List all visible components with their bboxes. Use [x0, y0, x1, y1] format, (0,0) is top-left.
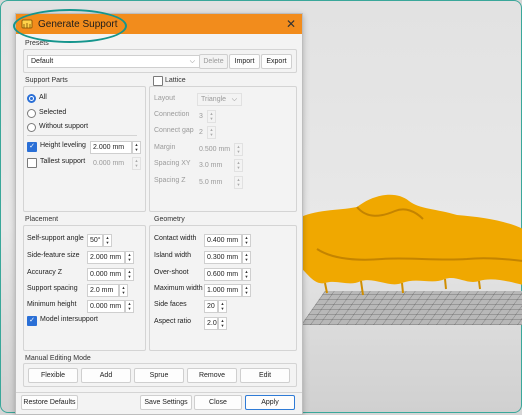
support-parts-title: Support Parts — [25, 77, 68, 84]
support-app-icon — [21, 19, 33, 29]
model-intersupport-label: Model intersupport — [40, 316, 98, 323]
side-feature-size-input[interactable]: 2.000 mm — [87, 251, 125, 264]
footer-divider — [16, 392, 302, 393]
spin-up-down-icon[interactable]: ▲ ▼ — [234, 159, 243, 172]
spin-up-down-icon[interactable]: ▲ ▼ — [125, 300, 134, 313]
height-leveling-checkbox[interactable]: ✓ — [27, 142, 37, 152]
presets-title: Presets — [25, 40, 49, 47]
margin-label: Margin — [154, 144, 176, 151]
generate-support-dialog: Generate Support ✕ Presets Default ⌵ Del… — [13, 9, 303, 415]
spacing-z-input[interactable]: 5.0 mm — [196, 176, 234, 189]
minimum-height-label: Minimum height — [27, 301, 77, 308]
remove-button[interactable]: Remove — [187, 368, 237, 383]
close-button[interactable]: Close — [194, 395, 242, 410]
aspect-ratio-input[interactable]: 2.0 — [204, 317, 218, 330]
spin-up-down-icon[interactable]: ▲ ▼ — [242, 251, 251, 264]
manual-editing-title: Manual Editing Mode — [25, 355, 91, 362]
preset-select-value: Default — [31, 58, 54, 65]
spin-up-down-icon[interactable]: ▲ ▼ — [132, 141, 141, 154]
height-leveling-input[interactable]: 2.000 mm — [90, 141, 132, 154]
spin-up-down-icon[interactable]: ▲ ▼ — [125, 268, 134, 281]
accuracy-z-label: Accuracy Z — [27, 269, 63, 276]
tallest-support-label: Tallest support — [40, 158, 86, 165]
dental-model[interactable] — [297, 189, 522, 299]
edit-button[interactable]: Edit — [240, 368, 290, 383]
spacing-z-label: Spacing Z — [154, 177, 186, 184]
lattice-checkbox[interactable] — [153, 76, 163, 86]
radio-selected-label: Selected — [39, 109, 67, 116]
spin-up-down-icon[interactable]: ▲ ▼ — [234, 143, 243, 156]
add-button[interactable]: Add — [81, 368, 131, 383]
spin-up-down-icon[interactable]: ▲ ▼ — [125, 251, 134, 264]
spacing-xy-label: Spacing XY — [154, 160, 191, 167]
radio-without-support-label: Without support — [39, 123, 89, 130]
over-shoot-input[interactable]: 0.600 mm — [204, 268, 242, 281]
close-icon[interactable]: ✕ — [286, 17, 296, 31]
tallest-support-input[interactable]: 0.000 mm — [90, 157, 132, 170]
spin-up-down-icon[interactable]: ▲ ▼ — [234, 176, 243, 189]
spin-up-down-icon[interactable]: ▲ ▼ — [242, 234, 251, 247]
import-preset-button[interactable]: Import — [229, 54, 260, 69]
spin-up-down-icon[interactable]: ▲ ▼ — [207, 126, 216, 139]
dialog-titlebar[interactable]: Generate Support ✕ — [16, 14, 302, 34]
island-width-label: Island width — [154, 252, 191, 259]
dialog-title: Generate Support — [38, 18, 118, 30]
layout-value: Triangle — [201, 96, 227, 103]
spin-up-down-icon[interactable]: ▲ ▼ — [218, 317, 227, 330]
contact-width-input[interactable]: 0.400 mm — [204, 234, 242, 247]
spin-up-down-icon[interactable]: ▲ ▼ — [218, 300, 227, 313]
divider — [27, 135, 137, 136]
side-faces-label: Side faces — [154, 301, 187, 308]
geometry-title: Geometry — [154, 216, 185, 223]
side-feature-size-label: Side-feature size — [27, 252, 80, 259]
spin-up-down-icon[interactable]: ▲ ▼ — [207, 110, 216, 123]
restore-defaults-button[interactable]: Restore Defaults — [21, 395, 78, 410]
maximum-width-label: Maximum width — [154, 285, 203, 292]
connection-label: Connection — [154, 111, 190, 118]
tallest-support-checkbox[interactable] — [27, 158, 37, 168]
layout-label: Layout — [154, 95, 176, 102]
radio-all-label: All — [39, 94, 47, 101]
chevron-down-icon: ⌵ — [231, 96, 237, 103]
support-spacing-input[interactable]: 2.0 mm — [87, 284, 119, 297]
export-preset-button[interactable]: Export — [261, 54, 292, 69]
chevron-down-icon: ⌵ — [189, 58, 195, 65]
contact-width-label: Contact width — [154, 235, 197, 242]
radio-without-support[interactable] — [27, 123, 36, 132]
aspect-ratio-label: Aspect ratio — [154, 318, 191, 325]
spin-up-down-icon[interactable]: ▲ ▼ — [242, 268, 251, 281]
self-support-angle-label: Self-support angle — [27, 235, 84, 242]
lattice-title: Lattice — [165, 77, 186, 84]
delete-preset-button[interactable]: Delete — [199, 54, 228, 69]
spin-up-down-icon[interactable]: ▲ ▼ — [242, 284, 251, 297]
apply-button[interactable]: Apply — [245, 395, 295, 410]
radio-all[interactable] — [27, 94, 36, 103]
spin-up-down-icon[interactable]: ▲ ▼ — [119, 284, 128, 297]
accuracy-z-input[interactable]: 0.000 mm — [87, 268, 125, 281]
island-width-input[interactable]: 0.300 mm — [204, 251, 242, 264]
self-support-angle-input[interactable]: 50° — [87, 234, 103, 247]
margin-input[interactable]: 0.500 mm — [196, 143, 234, 156]
preset-select[interactable]: Default ⌵ — [27, 55, 200, 68]
connect-gap-label: Connect gap — [154, 127, 194, 134]
spin-up-down-icon[interactable]: ▲ ▼ — [132, 157, 141, 170]
sprue-button[interactable]: Sprue — [134, 368, 184, 383]
radio-selected[interactable] — [27, 109, 36, 118]
layout-select[interactable]: Triangle ⌵ — [197, 93, 242, 106]
save-settings-button[interactable]: Save Settings — [140, 395, 192, 410]
flexible-button[interactable]: Flexible — [28, 368, 78, 383]
spacing-xy-input[interactable]: 3.0 mm — [196, 159, 234, 172]
side-faces-input[interactable]: 20 — [204, 300, 218, 313]
over-shoot-label: Over-shoot — [154, 269, 189, 276]
support-spacing-label: Support spacing — [27, 285, 78, 292]
spin-up-down-icon[interactable]: ▲ ▼ — [103, 234, 112, 247]
placement-title: Placement — [25, 216, 59, 223]
model-intersupport-checkbox[interactable]: ✓ — [27, 316, 37, 326]
maximum-width-input[interactable]: 1.000 mm — [204, 284, 242, 297]
minimum-height-input[interactable]: 0.000 mm — [87, 300, 125, 313]
height-leveling-label: Height leveling — [40, 142, 86, 149]
